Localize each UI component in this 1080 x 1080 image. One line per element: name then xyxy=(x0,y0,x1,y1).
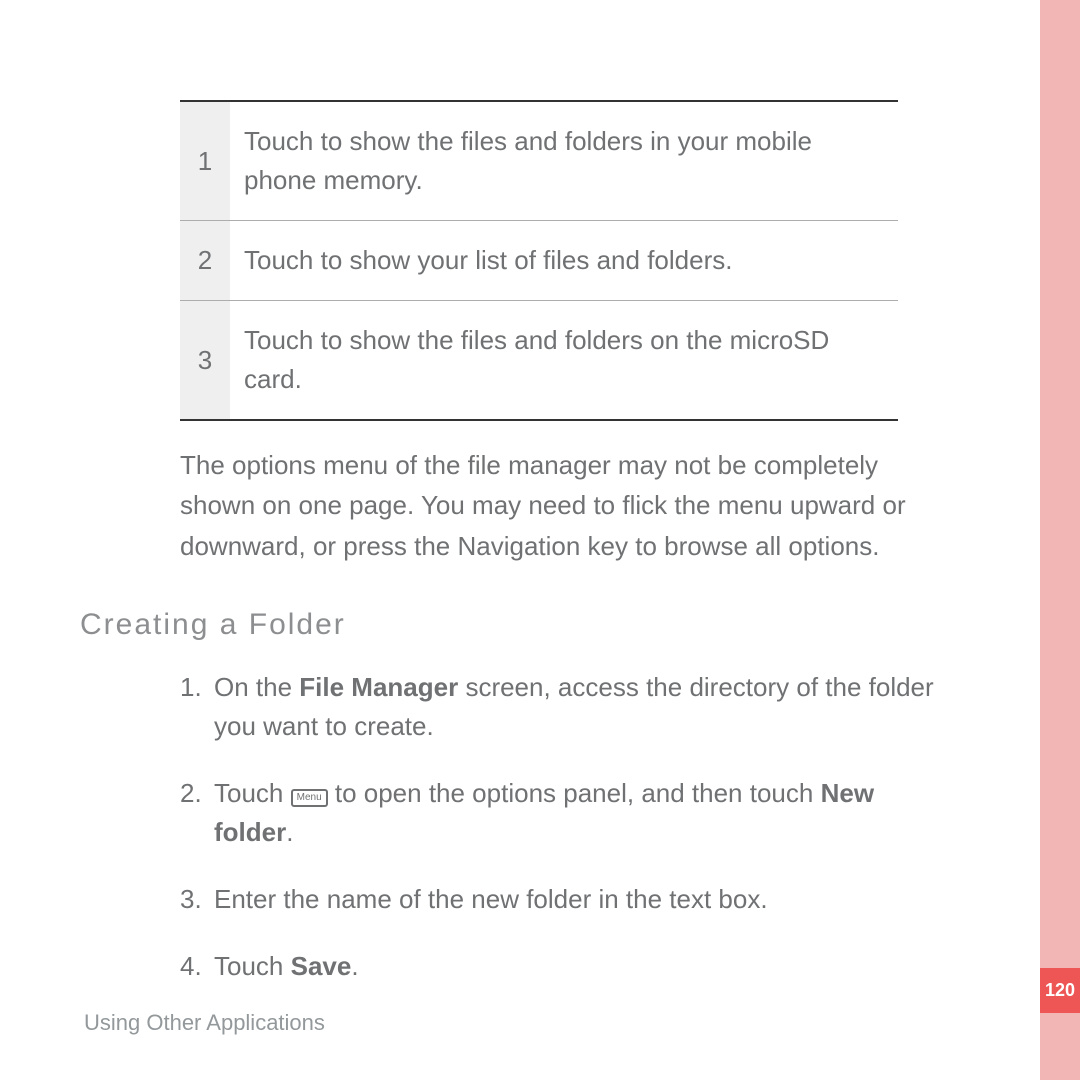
step-number: 4. xyxy=(180,947,214,986)
page-content: 1 Touch to show the files and folders in… xyxy=(0,0,1040,1080)
step-text-pre: Touch xyxy=(214,951,291,981)
step-text-post: . xyxy=(351,951,358,981)
footer-chapter-title: Using Other Applications xyxy=(84,1010,325,1036)
step-body: Touch Save. xyxy=(214,947,960,986)
legend-number: 3 xyxy=(180,301,230,419)
step-text-mid: to open the options panel, and then touc… xyxy=(328,778,821,808)
steps-list: 1. On the File Manager screen, access th… xyxy=(180,668,960,986)
step-body: Touch Menu to open the options panel, an… xyxy=(214,774,960,852)
legend-number: 1 xyxy=(180,102,230,220)
step-number: 3. xyxy=(180,880,214,919)
legend-description: Touch to show the files and folders in y… xyxy=(230,102,898,220)
page-edge-stripe xyxy=(1040,0,1080,1080)
step-text-bold: File Manager xyxy=(299,672,458,702)
step-number: 2. xyxy=(180,774,214,852)
step-body: Enter the name of the new folder in the … xyxy=(214,880,960,919)
step-text: Enter the name of the new folder in the … xyxy=(214,884,768,914)
step-number: 1. xyxy=(180,668,214,746)
note-paragraph: The options menu of the file manager may… xyxy=(180,445,960,566)
legend-number: 2 xyxy=(180,221,230,300)
step-text-post: . xyxy=(286,817,293,847)
step-text-pre: On the xyxy=(214,672,299,702)
section-heading-creating-folder: Creating a Folder xyxy=(80,608,975,642)
menu-key-icon: Menu xyxy=(291,789,328,807)
legend-table: 1 Touch to show the files and folders in… xyxy=(180,100,898,421)
step-4: 4. Touch Save. xyxy=(180,947,960,986)
step-body: On the File Manager screen, access the d… xyxy=(214,668,960,746)
step-3: 3. Enter the name of the new folder in t… xyxy=(180,880,960,919)
step-text-pre: Touch xyxy=(214,778,291,808)
legend-description: Touch to show your list of files and fol… xyxy=(230,221,898,300)
legend-description: Touch to show the files and folders on t… xyxy=(230,301,898,419)
step-text-bold: Save xyxy=(291,951,352,981)
legend-row: 2 Touch to show your list of files and f… xyxy=(180,221,898,301)
step-2: 2. Touch Menu to open the options panel,… xyxy=(180,774,960,852)
legend-row: 1 Touch to show the files and folders in… xyxy=(180,102,898,221)
legend-row: 3 Touch to show the files and folders on… xyxy=(180,301,898,419)
page-number-tab: 120 xyxy=(1040,968,1080,1013)
step-1: 1. On the File Manager screen, access th… xyxy=(180,668,960,746)
